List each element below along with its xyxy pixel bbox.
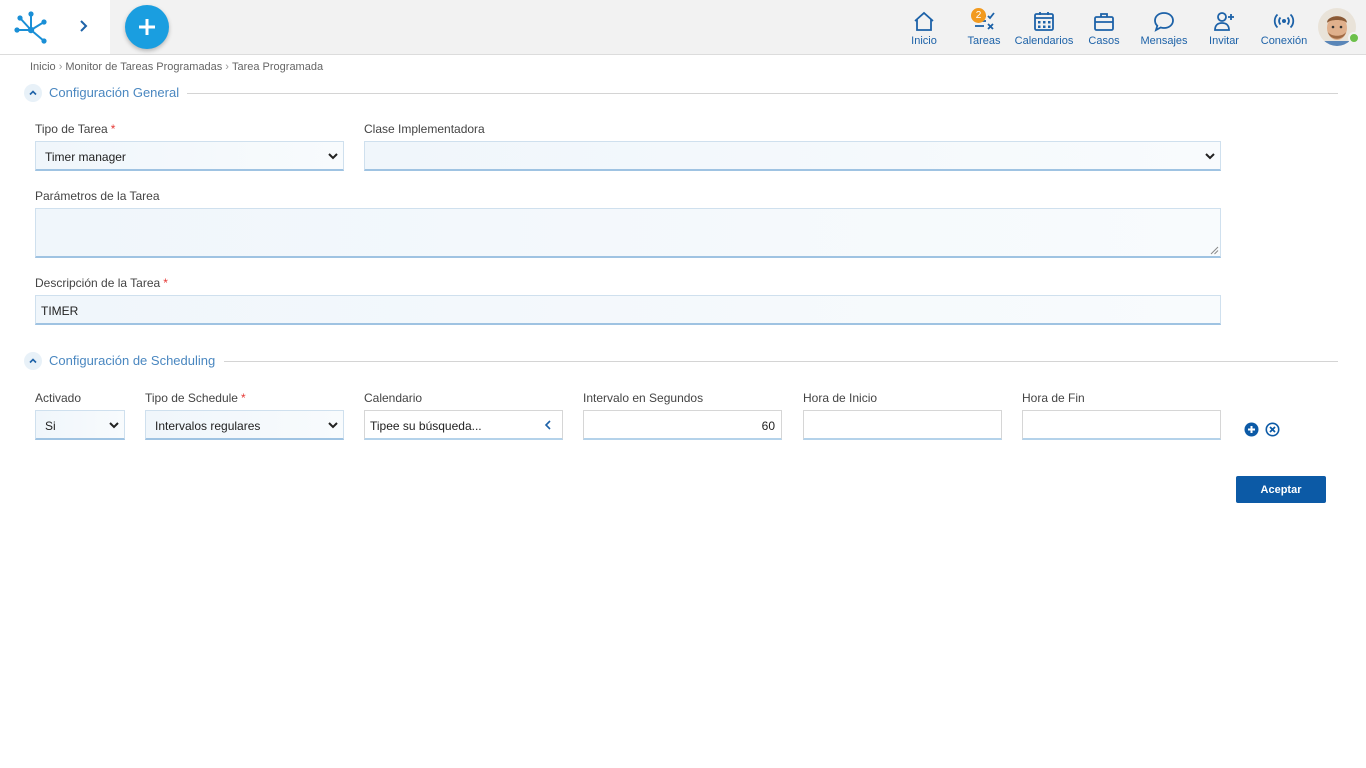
activado-select[interactable]: Si	[35, 410, 125, 440]
section-general-header: Configuración General	[24, 83, 1338, 103]
connection-icon	[1273, 13, 1295, 29]
chat-icon	[1154, 12, 1174, 32]
add-user-icon	[1214, 12, 1234, 31]
collapse-scheduling-button[interactable]	[24, 352, 42, 370]
chevron-down-icon	[328, 153, 338, 160]
input-value: TIMER	[41, 304, 79, 318]
accept-button[interactable]: Aceptar	[1236, 476, 1326, 503]
descripcion-label: Descripción de la Tarea *	[35, 276, 168, 290]
create-button[interactable]	[125, 5, 169, 49]
select-value: Intervalos regulares	[155, 419, 261, 433]
add-row-icon[interactable]	[1244, 422, 1259, 437]
nav-label: Tareas	[967, 35, 1001, 47]
nav-label: Casos	[1088, 35, 1120, 47]
chevron-left-icon[interactable]	[542, 419, 554, 431]
parametros-textarea[interactable]	[35, 208, 1221, 258]
chevron-up-icon	[29, 90, 37, 96]
app-logo-icon[interactable]	[14, 10, 48, 44]
nav-casos[interactable]: Casos	[1073, 0, 1135, 54]
nav-mensajes[interactable]: Mensajes	[1133, 0, 1195, 54]
input-value: 60	[761, 419, 775, 433]
calendario-search-input[interactable]: Tipee su búsqueda...	[364, 410, 563, 440]
online-status-icon	[1348, 32, 1360, 44]
parametros-label: Parámetros de la Tarea	[35, 189, 160, 203]
home-icon	[914, 11, 934, 31]
tasks-count-badge: 2	[971, 8, 986, 23]
nav-invitar[interactable]: Invitar	[1193, 0, 1255, 54]
breadcrumb-item-monitor[interactable]: Monitor de Tareas Programadas	[65, 61, 222, 73]
nav-tareas[interactable]: 2 Tareas	[953, 0, 1015, 54]
section-title: Configuración General	[49, 85, 180, 100]
nav-label: Invitar	[1209, 35, 1239, 47]
hora-fin-label: Hora de Fin	[1022, 391, 1085, 405]
chevron-right-icon[interactable]	[76, 17, 92, 35]
nav-conexion[interactable]: Conexión	[1253, 0, 1315, 54]
hora-inicio-label: Hora de Inicio	[803, 391, 878, 405]
tipo-tarea-label: Tipo de Tarea *	[35, 122, 116, 136]
select-value: Timer manager	[45, 150, 126, 164]
breadcrumb-item-current: Tarea Programada	[231, 61, 324, 73]
hora-fin-input[interactable]	[1022, 410, 1221, 440]
section-divider	[224, 361, 1338, 362]
select-value: Si	[45, 419, 56, 433]
descripcion-input[interactable]: TIMER	[35, 295, 1221, 325]
briefcase-icon	[1094, 13, 1114, 31]
top-bar: Inicio 2 Tareas Calendarios Casos Mensaj…	[0, 0, 1366, 55]
tipo-tarea-select[interactable]: Timer manager	[35, 141, 344, 171]
input-placeholder: Tipee su búsqueda...	[370, 419, 482, 433]
nav-label: Calendarios	[1014, 35, 1074, 47]
resize-grip-icon[interactable]	[1210, 246, 1219, 255]
nav-inicio[interactable]: Inicio	[893, 0, 955, 54]
nav-label: Mensajes	[1140, 35, 1188, 47]
plus-icon	[139, 19, 155, 35]
clase-label: Clase Implementadora	[364, 122, 485, 136]
section-divider	[187, 93, 1338, 94]
nav-calendarios[interactable]: Calendarios	[1013, 0, 1075, 54]
nav-label: Inicio	[911, 35, 937, 47]
intervalo-label: Intervalo en Segundos	[583, 391, 704, 405]
chevron-down-icon	[109, 422, 119, 429]
tipo-schedule-select[interactable]: Intervalos regulares	[145, 410, 344, 440]
breadcrumb-separator: ›	[225, 61, 229, 73]
chevron-down-icon	[328, 422, 338, 429]
breadcrumb: Inicio › Monitor de Tareas Programadas › Tar…	[30, 61, 323, 73]
hora-inicio-input[interactable]	[803, 410, 1002, 440]
clase-implementadora-select[interactable]	[364, 141, 1221, 171]
calendar-icon	[1034, 12, 1054, 31]
activado-label: Activado	[35, 391, 82, 405]
chevron-up-icon	[29, 358, 37, 364]
intervalo-input[interactable]: 60	[583, 410, 782, 440]
chevron-down-icon	[1205, 153, 1215, 160]
collapse-general-button[interactable]	[24, 84, 42, 102]
section-title: Configuración de Scheduling	[49, 353, 216, 368]
breadcrumb-separator: ›	[58, 61, 63, 73]
breadcrumb-item-inicio[interactable]: Inicio	[30, 61, 56, 73]
tipo-schedule-label: Tipo de Schedule *	[145, 391, 246, 405]
section-scheduling-header: Configuración de Scheduling	[24, 351, 1338, 371]
logo-area	[0, 0, 110, 54]
calendario-label: Calendario	[364, 391, 423, 405]
nav-label: Conexión	[1260, 35, 1308, 47]
remove-row-icon[interactable]	[1265, 422, 1280, 437]
